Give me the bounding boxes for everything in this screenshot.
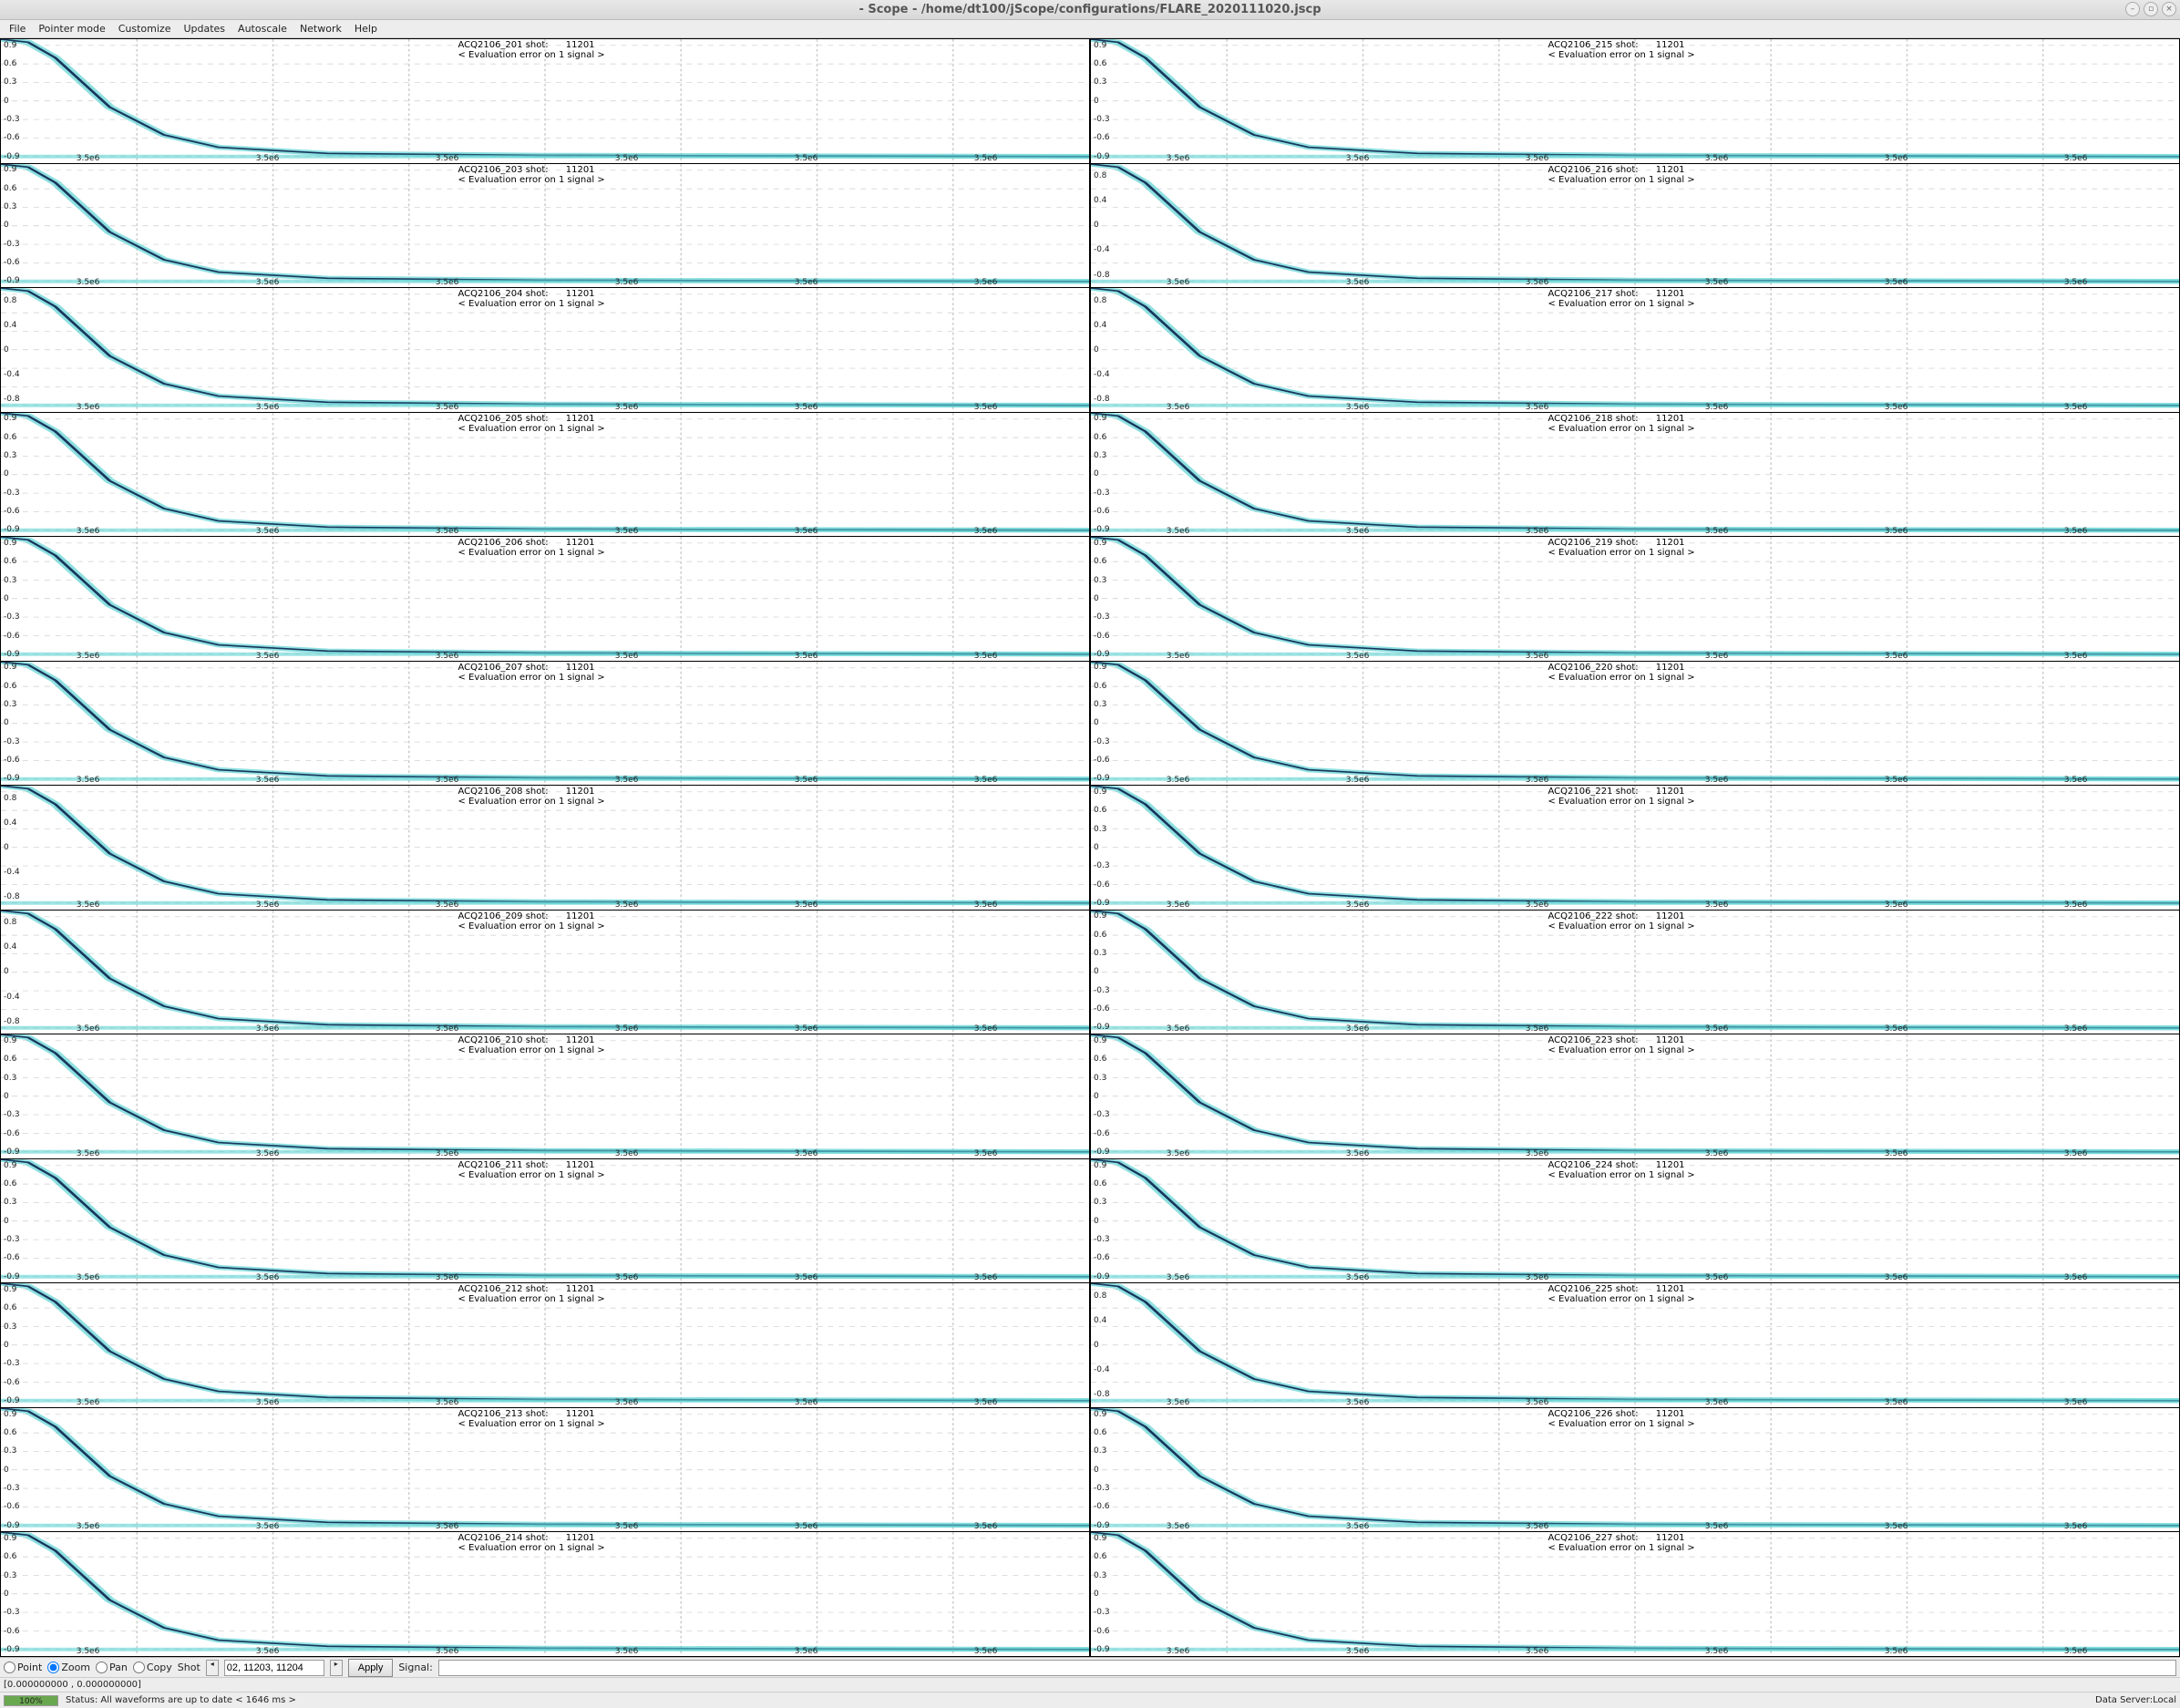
status-message: Status: All waveforms are up to date < 1… [66,1695,296,1705]
plot-acq2106_204[interactable]: ACQ2106_204 shot: 11201 < Evaluation err… [0,288,1090,413]
plot-acq2106_205[interactable]: ACQ2106_205 shot: 11201 < Evaluation err… [0,413,1090,538]
plot-column-left: ACQ2106_201 shot: 11201 < Evaluation err… [0,38,1090,1657]
titlebar: - Scope - /home/dt100/jScope/configurati… [0,0,2180,20]
menu-help[interactable]: Help [349,21,383,36]
mode-zoom[interactable]: Zoom [47,1662,90,1673]
window-title: - Scope - /home/dt100/jScope/configurati… [0,3,2180,16]
status-bar: 100% Status: All waveforms are up to dat… [0,1692,2180,1708]
mode-pan[interactable]: Pan [96,1662,128,1673]
plot-acq2106_227[interactable]: ACQ2106_227 shot: 11201 < Evaluation err… [1090,1532,2180,1657]
plot-acq2106_223[interactable]: ACQ2106_223 shot: 11201 < Evaluation err… [1090,1034,2180,1159]
menu-customize[interactable]: Customize [113,21,177,36]
plot-acq2106_210[interactable]: ACQ2106_210 shot: 11201 < Evaluation err… [0,1034,1090,1159]
apply-button[interactable]: Apply [348,1659,394,1677]
mode-copy[interactable]: Copy [133,1662,172,1673]
shot-increment[interactable]: ▸ [330,1660,343,1676]
menubar: FilePointer modeCustomizeUpdatesAutoscal… [0,20,2180,38]
menu-network[interactable]: Network [294,21,347,36]
menu-pointer-mode[interactable]: Pointer mode [33,21,110,36]
plot-acq2106_215[interactable]: ACQ2106_215 shot: 11201 < Evaluation err… [1090,38,2180,164]
menu-updates[interactable]: Updates [178,21,231,36]
close-button[interactable]: × [2162,2,2176,16]
menu-file[interactable]: File [4,21,31,36]
plot-acq2106_209[interactable]: ACQ2106_209 shot: 11201 < Evaluation err… [0,911,1090,1035]
plot-acq2106_203[interactable]: ACQ2106_203 shot: 11201 < Evaluation err… [0,164,1090,289]
plot-acq2106_206[interactable]: ACQ2106_206 shot: 11201 < Evaluation err… [0,537,1090,662]
signal-input[interactable] [438,1660,2176,1676]
shot-label: Shot [178,1662,201,1673]
mode-point[interactable]: Point [4,1662,42,1673]
plot-acq2106_217[interactable]: ACQ2106_217 shot: 11201 < Evaluation err… [1090,288,2180,413]
shot-decrement[interactable]: ◂ [206,1660,219,1676]
plot-acq2106_221[interactable]: ACQ2106_221 shot: 11201 < Evaluation err… [1090,786,2180,911]
data-server: Data Server:Local [2095,1695,2176,1705]
plot-acq2106_201[interactable]: ACQ2106_201 shot: 11201 < Evaluation err… [0,38,1090,164]
plot-acq2106_225[interactable]: ACQ2106_225 shot: 11201 < Evaluation err… [1090,1283,2180,1408]
plot-grid: ACQ2106_201 shot: 11201 < Evaluation err… [0,38,2180,1657]
menu-autoscale[interactable]: Autoscale [232,21,293,36]
plot-acq2106_226[interactable]: ACQ2106_226 shot: 11201 < Evaluation err… [1090,1408,2180,1533]
plot-acq2106_219[interactable]: ACQ2106_219 shot: 11201 < Evaluation err… [1090,537,2180,662]
coord-status: [0.000000000 , 0.000000000] [0,1677,2180,1692]
plot-acq2106_218[interactable]: ACQ2106_218 shot: 11201 < Evaluation err… [1090,413,2180,538]
toolbar: Point Zoom Pan Copy Shot ◂ ▸ Apply Signa… [0,1657,2180,1677]
plot-acq2106_224[interactable]: ACQ2106_224 shot: 11201 < Evaluation err… [1090,1159,2180,1284]
shot-input[interactable] [224,1660,324,1676]
plot-acq2106_214[interactable]: ACQ2106_214 shot: 11201 < Evaluation err… [0,1532,1090,1657]
plot-acq2106_212[interactable]: ACQ2106_212 shot: 11201 < Evaluation err… [0,1283,1090,1408]
minimize-button[interactable]: – [2125,2,2140,16]
plot-acq2106_207[interactable]: ACQ2106_207 shot: 11201 < Evaluation err… [0,662,1090,787]
plot-acq2106_222[interactable]: ACQ2106_222 shot: 11201 < Evaluation err… [1090,911,2180,1035]
progress-bar: 100% [4,1695,58,1706]
maximize-button[interactable]: ▫ [2144,2,2158,16]
plot-acq2106_216[interactable]: ACQ2106_216 shot: 11201 < Evaluation err… [1090,164,2180,289]
plot-column-right: ACQ2106_215 shot: 11201 < Evaluation err… [1090,38,2180,1657]
plot-acq2106_208[interactable]: ACQ2106_208 shot: 11201 < Evaluation err… [0,786,1090,911]
signal-label: Signal: [398,1662,433,1673]
plot-acq2106_211[interactable]: ACQ2106_211 shot: 11201 < Evaluation err… [0,1159,1090,1284]
plot-acq2106_220[interactable]: ACQ2106_220 shot: 11201 < Evaluation err… [1090,662,2180,787]
plot-acq2106_213[interactable]: ACQ2106_213 shot: 11201 < Evaluation err… [0,1408,1090,1533]
